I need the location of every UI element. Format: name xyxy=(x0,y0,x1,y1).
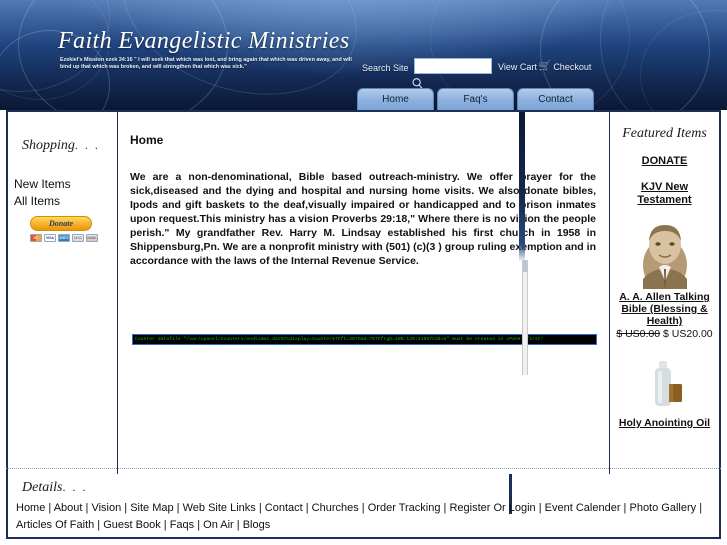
product-name[interactable]: Holy Anointing Oil xyxy=(616,417,714,429)
footer-link-vision[interactable]: Vision xyxy=(91,502,121,514)
footer-link-guest-book[interactable]: Guest Book xyxy=(103,519,160,531)
featured-link-donate[interactable]: DONATE xyxy=(619,155,711,168)
content-frame: Shopping. . . New Items All Items Donate… xyxy=(6,110,721,535)
featured-link-kjv-new-testament[interactable]: KJV New Testament xyxy=(619,181,711,207)
search-label: Search Site xyxy=(362,63,409,73)
tab-faqs[interactable]: Faq's xyxy=(437,88,514,110)
details-heading-text: Details xyxy=(22,480,63,495)
cart-and-checkout[interactable]: View Cart 🛒 Checkout xyxy=(498,62,591,73)
footer-link-order-tracking[interactable]: Order Tracking xyxy=(368,502,441,514)
tab-contact[interactable]: Contact xyxy=(517,88,594,110)
sidebar-item-new-items[interactable]: New Items xyxy=(14,177,71,191)
footer-link-separator: | xyxy=(255,502,265,514)
footer-link-web-site-links[interactable]: Web Site Links xyxy=(183,502,256,514)
shopping-heading: Shopping. . . xyxy=(22,138,100,154)
footer-link-on-air[interactable]: On Air xyxy=(203,519,234,531)
footer-link-separator: | xyxy=(535,502,545,514)
page-root: Faith Evangelistic Ministries Ezekiel's … xyxy=(0,0,727,545)
sidebar-right: Featured Items DONATE KJV New Testament xyxy=(609,112,719,533)
primary-navigation: Home Faq's Contact xyxy=(357,88,594,110)
footer-links: Home | About | Vision | Site Map | Web S… xyxy=(16,500,716,534)
echeck-logo: BANK xyxy=(86,234,98,242)
intro-paragraph: We are a non-denominational, Bible based… xyxy=(130,171,596,267)
featured-product-2: Holy Anointing Oil xyxy=(610,357,719,429)
footer-link-separator: | xyxy=(94,519,104,531)
footer-link-photo-gallery[interactable]: Photo Gallery xyxy=(629,502,696,514)
checkout-link[interactable]: Checkout xyxy=(553,62,591,72)
footer-link-separator: | xyxy=(45,502,54,514)
footer-link-faqs[interactable]: Faqs xyxy=(170,519,194,531)
footer-link-home[interactable]: Home xyxy=(16,502,45,514)
mastercard-logo: MC xyxy=(30,234,42,242)
accepted-cards: MC VISA AMEX DISC BANK xyxy=(30,234,98,242)
footer-link-site-map[interactable]: Site Map xyxy=(130,502,173,514)
shopping-heading-dots: . . . xyxy=(74,138,100,152)
footer-link-separator: | xyxy=(194,519,204,531)
footer-link-event-calender[interactable]: Event Calender xyxy=(545,502,621,514)
product-price-old: $ US0.00 xyxy=(616,328,661,340)
footer-link-separator: | xyxy=(696,502,703,514)
footer-link-separator: | xyxy=(160,519,170,531)
decorative-swirl xyxy=(101,0,379,110)
site-tagline: Ezekiel's Mission ezek 34:16 " I will se… xyxy=(60,57,352,71)
portrait-photo-a-a-allen[interactable] xyxy=(636,217,693,289)
decorative-swirl xyxy=(18,0,228,110)
main-content: Home We are a non-denominational, Bible … xyxy=(119,112,608,533)
decorative-swirl xyxy=(600,0,727,110)
site-title: Faith Evangelistic Ministries xyxy=(58,28,350,54)
site-search: Search Site xyxy=(362,58,492,90)
featured-heading-text: Featured Items xyxy=(622,126,707,141)
shopping-cart-icon[interactable]: 🛒 xyxy=(539,62,551,72)
details-heading: Details. . . xyxy=(22,480,87,496)
discover-logo: DISC xyxy=(72,234,84,242)
page-title: Home xyxy=(130,133,164,147)
search-input[interactable] xyxy=(413,58,492,74)
product-name[interactable]: A. A. Allen Talking Bible (Blessing & He… xyxy=(616,291,714,327)
site-header-banner: Faith Evangelistic Ministries Ezekiel's … xyxy=(0,0,727,110)
site-footer: Details. . . Home | About | Vision | Sit… xyxy=(6,474,721,539)
footer-link-register-or-login[interactable]: Register Or Login xyxy=(449,502,535,514)
featured-items-heading: Featured Items xyxy=(610,126,719,142)
footer-divider xyxy=(6,468,721,469)
footer-link-blogs[interactable]: Blogs xyxy=(243,519,271,531)
details-heading-dots: . . . xyxy=(62,480,88,494)
footer-link-contact[interactable]: Contact xyxy=(265,502,303,514)
featured-product-1: A. A. Allen Talking Bible (Blessing & He… xyxy=(610,217,719,341)
product-price-new: $ US20.00 xyxy=(663,328,713,340)
footer-link-separator: | xyxy=(358,502,368,514)
footer-link-separator: | xyxy=(302,502,312,514)
donate-block: Donate MC VISA AMEX DISC BANK xyxy=(30,216,98,242)
counter-error-message: Counter datafile "/var/cpanel/Counters/e… xyxy=(132,334,597,345)
footer-link-separator: | xyxy=(173,502,183,514)
decorative-swirl xyxy=(640,10,727,110)
amex-logo: AMEX xyxy=(58,234,70,242)
footer-link-separator: | xyxy=(121,502,131,514)
shopping-heading-text: Shopping xyxy=(22,138,75,153)
visa-logo: VISA xyxy=(44,234,56,242)
footer-link-churches[interactable]: Churches xyxy=(312,502,359,514)
sidebar-left: Shopping. . . New Items All Items Donate… xyxy=(8,112,118,533)
footer-link-articles-of-faith[interactable]: Articles Of Faith xyxy=(16,519,94,531)
render-artifact-scrollbar[interactable] xyxy=(522,260,528,375)
footer-link-about[interactable]: About xyxy=(54,502,83,514)
sidebar-item-all-items[interactable]: All Items xyxy=(14,194,60,208)
donate-button[interactable]: Donate xyxy=(30,216,92,231)
anointing-oil-bottle-photo[interactable] xyxy=(638,357,691,415)
product-price: $ US0.00 $ US20.00 xyxy=(610,328,719,341)
tab-home[interactable]: Home xyxy=(357,88,434,110)
footer-link-separator: | xyxy=(233,519,243,531)
view-cart-link[interactable]: View Cart xyxy=(498,62,537,72)
